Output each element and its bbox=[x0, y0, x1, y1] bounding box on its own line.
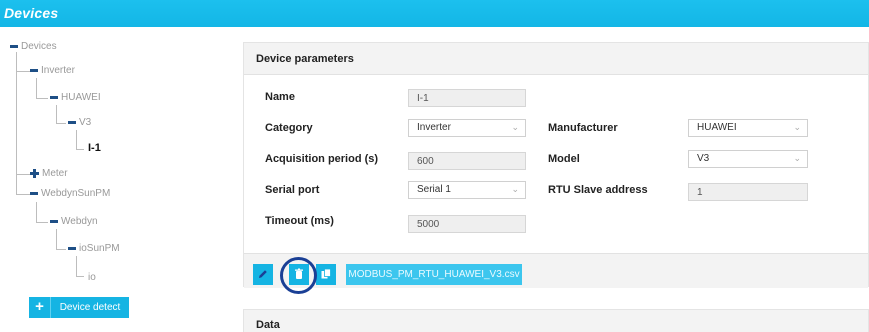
data-panel-title: Data bbox=[256, 319, 280, 331]
panel-title: Device parameters bbox=[244, 43, 868, 75]
serial-port-select[interactable]: Serial 1 ⌄ bbox=[408, 181, 526, 199]
name-field: I-1 bbox=[408, 89, 526, 107]
serial-port-label: Serial port bbox=[265, 184, 320, 196]
rtu-slave-address-field: 1 bbox=[688, 183, 808, 201]
tree-node-webdyn[interactable]: Webdyn bbox=[50, 216, 98, 227]
tree-connector bbox=[16, 71, 30, 72]
tree-node-webdynsunpm[interactable]: WebdynSunPM bbox=[30, 188, 110, 199]
tree-connector bbox=[76, 276, 84, 277]
collapse-icon[interactable] bbox=[50, 96, 58, 99]
category-label: Category bbox=[265, 122, 313, 134]
edit-button[interactable] bbox=[253, 264, 273, 285]
tree-node-io[interactable]: io bbox=[88, 272, 96, 283]
tree-connector bbox=[56, 123, 66, 124]
acquisition-period-label: Acquisition period (s) bbox=[265, 153, 379, 165]
tree-connector bbox=[16, 174, 30, 175]
collapse-icon[interactable] bbox=[10, 45, 18, 48]
device-tree: Devices Inverter HUAWEI V3 I-1 Meter Web… bbox=[0, 27, 240, 332]
timeout-label: Timeout (ms) bbox=[265, 215, 334, 227]
collapse-icon[interactable] bbox=[50, 220, 58, 223]
manufacturer-label: Manufacturer bbox=[548, 122, 618, 134]
tree-node-iosunpm[interactable]: ioSunPM bbox=[68, 243, 120, 254]
chevron-down-icon: ⌄ bbox=[793, 122, 801, 132]
device-toolbar: MODBUS_PM_RTU_HUAWEI_V3.csv bbox=[244, 253, 868, 294]
collapse-icon[interactable] bbox=[68, 247, 76, 250]
tree-node-devices[interactable]: Devices bbox=[10, 41, 57, 52]
tree-connector bbox=[76, 149, 84, 150]
tree-connector bbox=[36, 222, 48, 223]
tree-connector bbox=[36, 202, 37, 222]
tree-connector bbox=[56, 249, 66, 250]
model-label: Model bbox=[548, 153, 580, 165]
tree-node-v3[interactable]: V3 bbox=[68, 117, 91, 128]
expand-icon[interactable] bbox=[30, 169, 39, 178]
timeout-field: 5000 bbox=[408, 215, 526, 233]
tree-connector bbox=[36, 98, 48, 99]
tree-node-meter[interactable]: Meter bbox=[30, 168, 68, 179]
chevron-down-icon: ⌄ bbox=[511, 184, 519, 194]
device-detect-button[interactable]: Device detect bbox=[51, 297, 129, 318]
device-parameters-panel: Device parameters Name I-1 Category Inve… bbox=[243, 42, 869, 294]
tree-node-huawei[interactable]: HUAWEI bbox=[50, 92, 101, 103]
window-title-bar: Devices bbox=[0, 0, 869, 27]
tree-connector bbox=[56, 229, 57, 249]
manufacturer-select[interactable]: HUAWEI ⌄ bbox=[688, 119, 808, 137]
tree-connector bbox=[56, 105, 57, 123]
chevron-down-icon: ⌄ bbox=[511, 122, 519, 132]
modbus-file-button[interactable]: MODBUS_PM_RTU_HUAWEI_V3.csv bbox=[346, 264, 522, 285]
model-select[interactable]: V3 ⌄ bbox=[688, 150, 808, 168]
name-label: Name bbox=[265, 91, 295, 103]
tree-connector bbox=[76, 256, 77, 276]
add-device-button[interactable]: + bbox=[29, 297, 51, 318]
copy-button[interactable] bbox=[316, 264, 336, 285]
page-title: Devices bbox=[4, 5, 59, 21]
tree-node-i1[interactable]: I-1 bbox=[88, 142, 101, 154]
tree-node-inverter[interactable]: Inverter bbox=[30, 65, 75, 76]
tree-connector bbox=[16, 52, 17, 194]
data-panel: Data bbox=[243, 309, 869, 332]
device-detect-group: + Device detect bbox=[29, 297, 129, 318]
tree-connector bbox=[16, 194, 30, 195]
rtu-slave-address-label: RTU Slave address bbox=[548, 184, 648, 196]
pencil-icon bbox=[259, 270, 267, 278]
acquisition-period-field: 600 bbox=[408, 152, 526, 170]
copy-icon bbox=[321, 268, 331, 279]
collapse-icon[interactable] bbox=[30, 69, 38, 72]
collapse-icon[interactable] bbox=[30, 192, 38, 195]
chevron-down-icon: ⌄ bbox=[793, 153, 801, 163]
collapse-icon[interactable] bbox=[68, 121, 76, 124]
category-select[interactable]: Inverter ⌄ bbox=[408, 119, 526, 137]
tree-connector bbox=[36, 78, 37, 98]
tree-connector bbox=[76, 130, 77, 149]
highlight-circle bbox=[280, 257, 317, 294]
device-parameters-form: Name I-1 Category Inverter ⌄ Acquisition… bbox=[244, 75, 868, 253]
